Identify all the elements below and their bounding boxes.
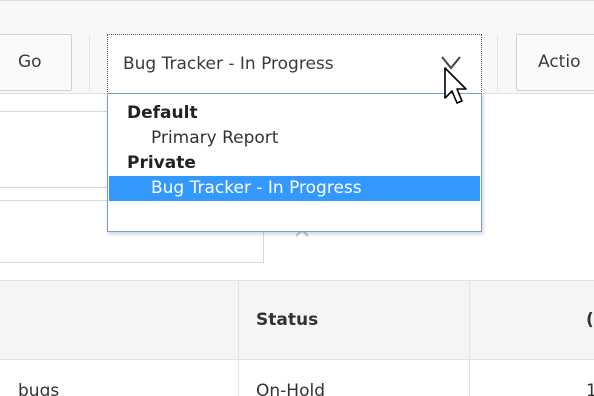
interactive-report-page: Go Bug Tracker - In Progress Actio Statu… <box>0 0 594 396</box>
table-cell-status: On-Hold <box>256 381 325 396</box>
column-divider <box>238 280 239 396</box>
option-group-label: Private <box>127 153 196 173</box>
option-bug-tracker-in-progress[interactable]: Bug Tracker - In Progress <box>109 176 480 201</box>
report-toolbar: Go Bug Tracker - In Progress Actio <box>0 0 594 94</box>
column-divider <box>469 280 470 396</box>
saved-report-select-value: Bug Tracker - In Progress <box>123 54 334 74</box>
toolbar-separator <box>497 35 498 91</box>
arrow-pointer-icon <box>444 67 467 104</box>
go-button[interactable]: Go <box>0 34 72 91</box>
option-primary-report[interactable]: Primary Report <box>108 126 481 151</box>
option-group-label: Default <box>127 103 198 123</box>
table-cell: bugs <box>18 381 60 396</box>
column-header-status[interactable]: Status <box>256 312 318 329</box>
saved-report-select[interactable]: Bug Tracker - In Progress <box>107 34 482 94</box>
actions-button-label: Actio <box>538 52 581 72</box>
table-cell: 1 <box>586 381 594 396</box>
go-button-label: Go <box>18 52 42 72</box>
column-header[interactable]: ( <box>586 312 594 329</box>
toolbar-separator <box>89 35 90 91</box>
actions-menu-button[interactable]: Actio <box>516 34 594 91</box>
saved-report-dropdown-list: Default Primary Report Private Bug Track… <box>107 93 482 232</box>
